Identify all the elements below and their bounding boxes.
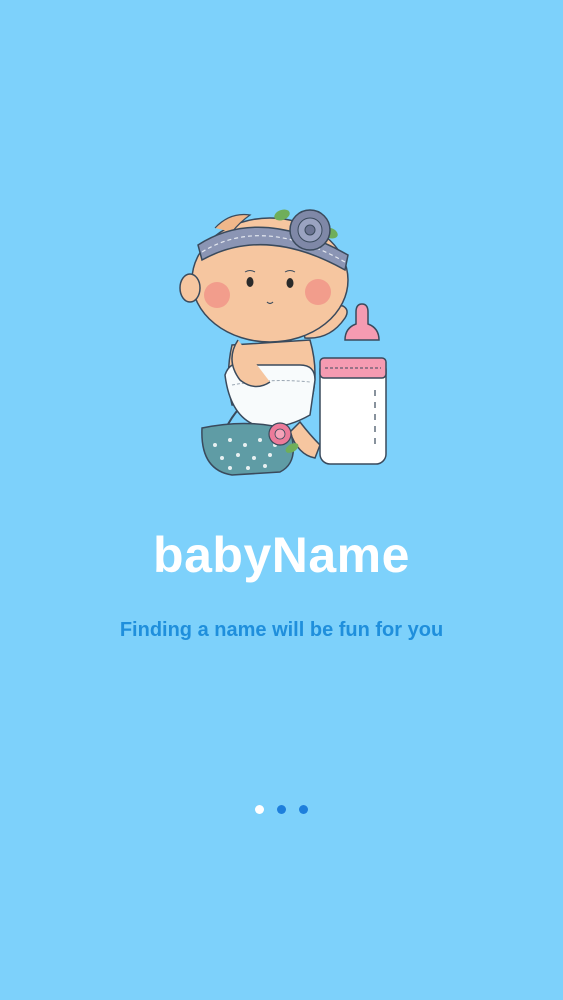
tagline: Finding a name will be fun for you — [119, 619, 444, 641]
page-dot-2[interactable] — [277, 805, 286, 814]
page-dot-3[interactable] — [299, 805, 308, 814]
app-title: babyName — [153, 527, 410, 583]
page-dot-1[interactable] — [255, 805, 264, 814]
baby-illustration — [179, 209, 387, 476]
page-indicator — [0, 805, 563, 817]
onboarding-screen: babyName Finding a name will be fun for … — [0, 0, 563, 1000]
